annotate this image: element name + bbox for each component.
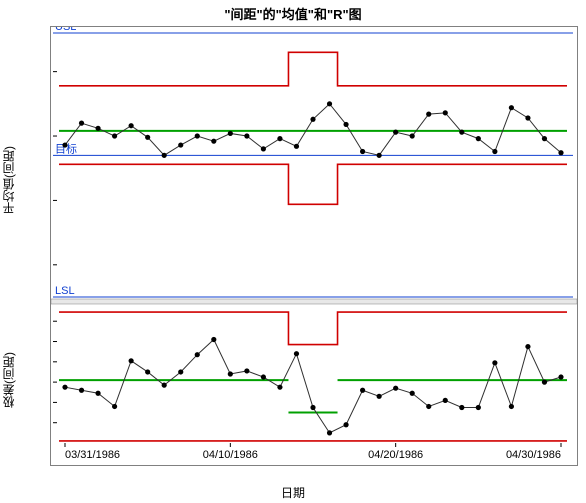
plot-area: 14.014.515.015.5USL目标LSL0.20.40.60.81.01…: [50, 26, 578, 466]
chart-title: "间距"的"均值"和"R"图: [0, 4, 586, 23]
svg-text:LSL: LSL: [55, 285, 75, 297]
svg-text:03/31/1986: 03/31/1986: [65, 449, 120, 461]
svg-text:04/10/1986: 04/10/1986: [203, 449, 258, 461]
svg-text:04/20/1986: 04/20/1986: [368, 449, 423, 461]
svg-text:04/30/1986: 04/30/1986: [506, 449, 561, 461]
x-axis-label: 日期: [0, 484, 586, 501]
svg-text:USL: USL: [55, 27, 76, 33]
plot-svg: 14.014.515.015.5USL目标LSL0.20.40.60.81.01…: [51, 27, 577, 465]
chart-container: "间距"的"均值"和"R"图 平均值(间距) 极差(间距) 14.014.515…: [0, 0, 586, 503]
y-axis-label-bottom: 极差(间距): [0, 310, 17, 450]
y-axis-label-top: 平均值(间距): [0, 100, 17, 260]
